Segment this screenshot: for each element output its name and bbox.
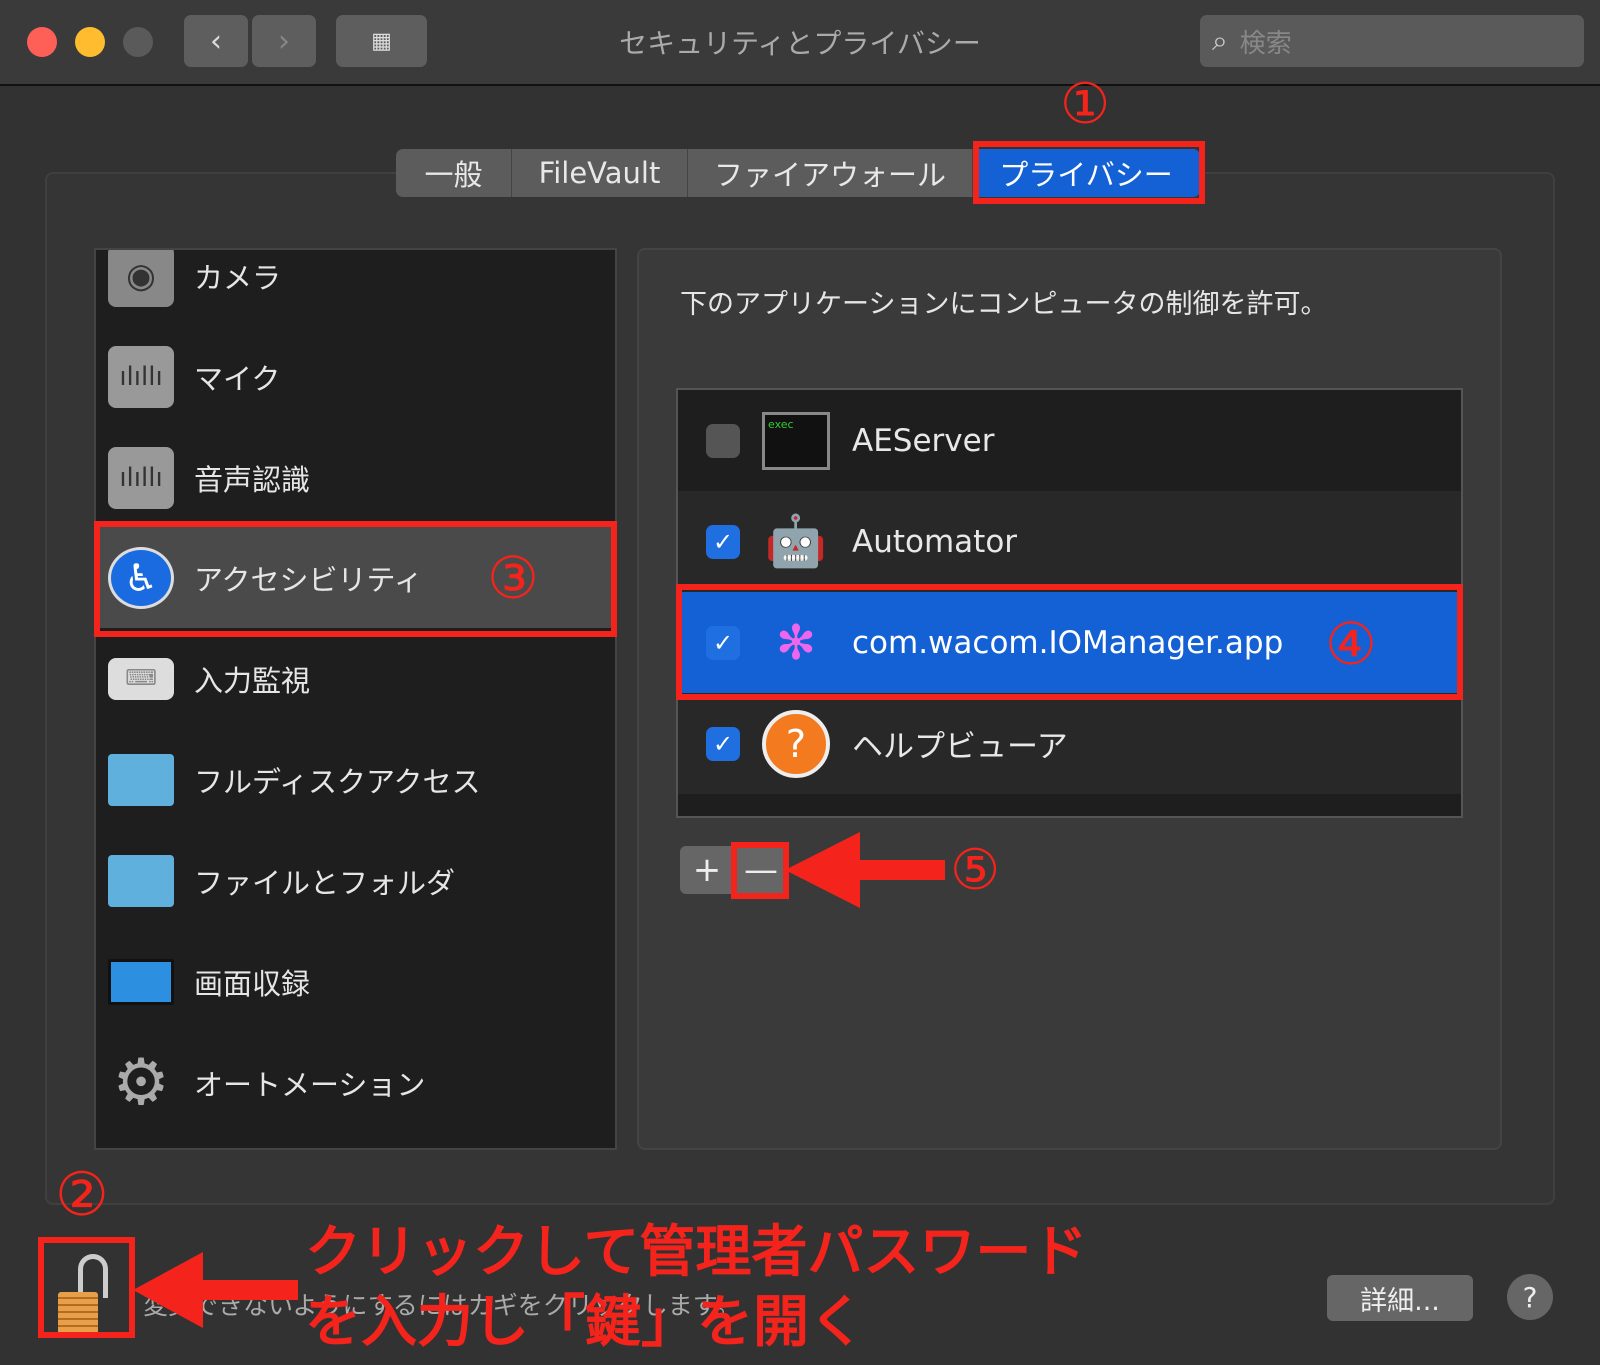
app-name: AEServer bbox=[852, 422, 995, 459]
app-row-partial[interactable] bbox=[678, 794, 1461, 816]
annotation-line-2: を入力し「鍵」を開く bbox=[305, 1290, 865, 1355]
sidebar-item-label: マイク bbox=[194, 361, 281, 396]
search-icon: ⌕ bbox=[1212, 24, 1228, 57]
help-viewer-icon: ? bbox=[762, 709, 830, 778]
annotation-5: ⑤ bbox=[950, 838, 1001, 903]
annotation-1: ① bbox=[1060, 72, 1111, 137]
sidebar-item-label: 入力監視 bbox=[194, 663, 311, 698]
annotation-line-1: クリックして管理者パスワード bbox=[305, 1220, 1088, 1285]
sidebar-item-screen-recording[interactable]: 画面収録 bbox=[96, 931, 615, 1032]
app-row-automator[interactable]: ✓ 🤖 Automator bbox=[678, 491, 1461, 592]
keyboard-icon: ⌨ bbox=[108, 657, 174, 700]
permission-description: 下のアプリケーションにコンピュータの制御を許可。 bbox=[680, 289, 1328, 320]
checkbox[interactable] bbox=[706, 423, 740, 458]
annotation-box-5 bbox=[731, 842, 789, 899]
automator-robot-icon: 🤖 bbox=[764, 512, 828, 570]
sidebar-item-label: 画面収録 bbox=[194, 966, 311, 1001]
display-icon bbox=[108, 958, 174, 1005]
search-input[interactable]: ⌕ 検索 bbox=[1200, 15, 1584, 67]
app-row-aeserver[interactable]: exec AEServer bbox=[678, 390, 1461, 491]
annotation-2: ② bbox=[55, 1160, 109, 1230]
exec-icon: exec bbox=[762, 411, 830, 470]
tab-general[interactable]: 一般 bbox=[396, 149, 512, 197]
tab-filevault[interactable]: FileVault bbox=[512, 149, 688, 197]
sidebar-item-label: カメラ bbox=[194, 260, 282, 295]
checkbox-checked[interactable]: ✓ bbox=[706, 524, 740, 559]
sidebar-item-label: フルディスクアクセス bbox=[194, 764, 481, 799]
sidebar-item-label: オートメーション bbox=[194, 1067, 426, 1102]
annotation-box-1 bbox=[973, 141, 1205, 204]
tab-firewall[interactable]: ファイアウォール bbox=[688, 149, 973, 197]
gear-icon: ⚙ bbox=[112, 1045, 170, 1120]
folder-icon bbox=[108, 854, 174, 907]
advanced-button[interactable]: 詳細... bbox=[1327, 1275, 1473, 1321]
sidebar-item-camera[interactable]: ◉ カメラ bbox=[96, 250, 615, 326]
folder-icon bbox=[108, 753, 174, 806]
privacy-category-list[interactable]: ◉ カメラ ılıllı マイク ılıllı 音声認識 ♿ アクセシビリティ ⌨ 入力監… bbox=[94, 248, 617, 1150]
sidebar-item-speech-recognition[interactable]: ılıllı 音声認識 bbox=[96, 427, 615, 528]
camera-icon: ◉ bbox=[108, 250, 174, 307]
app-name: Automator bbox=[852, 523, 1018, 560]
annotation-box-2 bbox=[38, 1237, 135, 1338]
sidebar-item-label: 音声認識 bbox=[194, 462, 311, 497]
annotation-arrow-5 bbox=[785, 832, 945, 908]
search-placeholder: 検索 bbox=[1239, 28, 1292, 59]
app-row-help-viewer[interactable]: ✓? ヘルプビューア bbox=[678, 693, 1461, 794]
add-app-button[interactable]: + bbox=[680, 846, 734, 894]
app-name: ヘルプビューア bbox=[852, 729, 1068, 765]
speech-recognition-icon: ılıllı bbox=[108, 446, 174, 509]
sidebar-item-input-monitoring[interactable]: ⌨ 入力監視 bbox=[96, 628, 615, 729]
sidebar-item-files-and-folders[interactable]: ファイルとフォルダ bbox=[96, 830, 615, 931]
microphone-icon: ılıllı bbox=[108, 345, 174, 408]
sidebar-item-microphone[interactable]: ılıllı マイク bbox=[96, 326, 615, 427]
annotation-4: ④ bbox=[1325, 610, 1377, 678]
sidebar-item-automation[interactable]: ⚙ オートメーション bbox=[96, 1032, 615, 1133]
annotation-arrow-2 bbox=[133, 1252, 298, 1328]
checkbox-checked[interactable]: ✓ bbox=[706, 726, 740, 761]
sidebar-item-full-disk-access[interactable]: フルディスクアクセス bbox=[96, 729, 615, 830]
help-button[interactable]: ? bbox=[1507, 1274, 1553, 1320]
sidebar-item-label: ファイルとフォルダ bbox=[194, 865, 456, 900]
annotation-instruction: クリックして管理者パスワード を入力し「鍵」を開く bbox=[305, 1218, 1087, 1358]
annotation-3: ③ bbox=[487, 544, 539, 612]
